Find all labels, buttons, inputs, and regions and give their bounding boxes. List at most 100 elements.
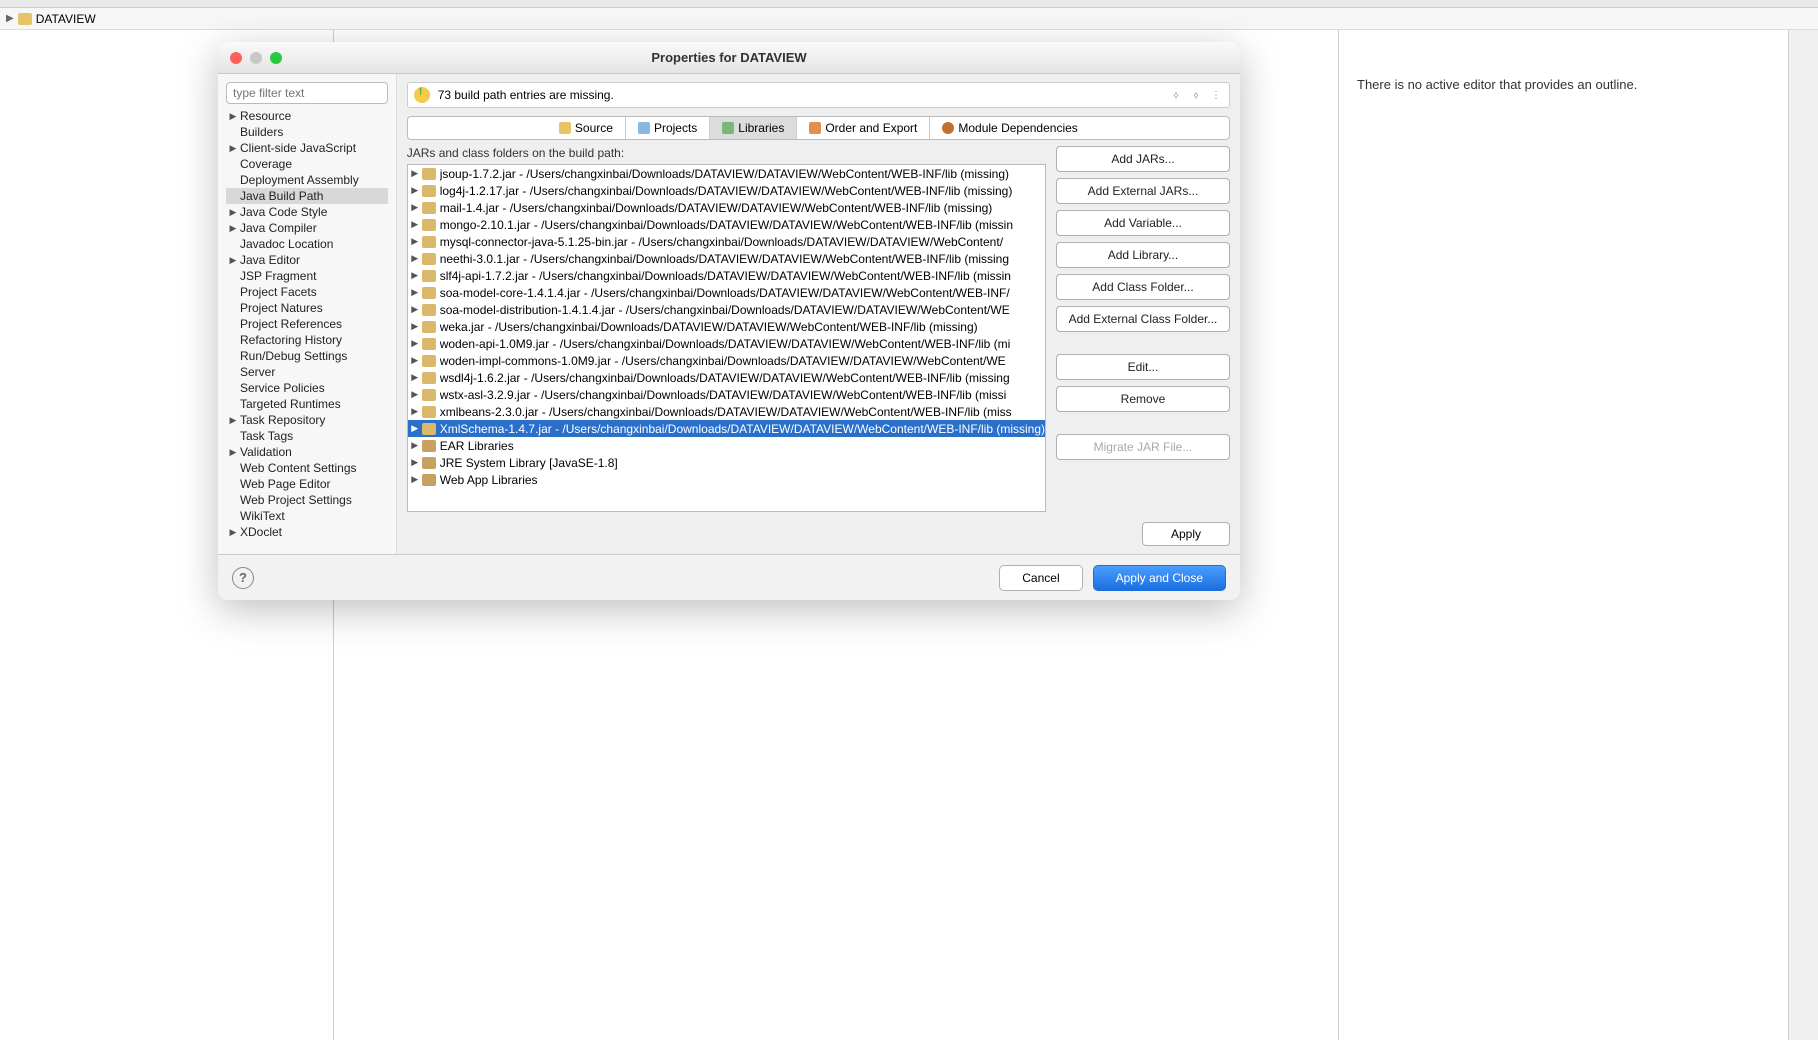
sidebar-item-resource[interactable]: ▶Resource xyxy=(226,108,388,124)
jar-row[interactable]: ▶JRE System Library [JavaSE-1.8] xyxy=(408,454,1045,471)
jar-row[interactable]: ▶mysql-connector-java-5.1.25-bin.jar - /… xyxy=(408,233,1045,250)
sidebar-item-targeted-runtimes[interactable]: ▶Targeted Runtimes xyxy=(226,396,388,412)
jar-icon xyxy=(422,270,436,282)
add-library-button[interactable]: Add Library... xyxy=(1056,242,1230,268)
sidebar-item-project-facets[interactable]: ▶Project Facets xyxy=(226,284,388,300)
sidebar-item-run-debug-settings[interactable]: ▶Run/Debug Settings xyxy=(226,348,388,364)
nav-back-icon[interactable]: ⬨ xyxy=(1169,88,1183,102)
tab-order-and-export[interactable]: Order and Export xyxy=(797,117,930,139)
jar-label: XmlSchema-1.4.7.jar - /Users/changxinbai… xyxy=(440,422,1045,436)
proj-icon xyxy=(638,122,650,134)
add-external-jars-button[interactable]: Add External JARs... xyxy=(1056,178,1230,204)
sidebar-item-server[interactable]: ▶Server xyxy=(226,364,388,380)
jar-icon xyxy=(422,406,436,418)
chevron-right-icon: ▶ xyxy=(228,143,238,154)
nav-forward-icon[interactable]: ⬨ xyxy=(1189,88,1203,102)
apply-and-close-button[interactable]: Apply and Close xyxy=(1093,565,1226,591)
sidebar-item-project-natures[interactable]: ▶Project Natures xyxy=(226,300,388,316)
sidebar-item-project-references[interactable]: ▶Project References xyxy=(226,316,388,332)
jar-row[interactable]: ▶log4j-1.2.17.jar - /Users/changxinbai/D… xyxy=(408,182,1045,199)
sidebar-item-builders[interactable]: ▶Builders xyxy=(226,124,388,140)
tab-source[interactable]: Source xyxy=(547,117,626,139)
sidebar-item-xdoclet[interactable]: ▶XDoclet xyxy=(226,524,388,540)
tab-libraries[interactable]: Libraries xyxy=(710,117,797,139)
jar-row[interactable]: ▶xmlbeans-2.3.0.jar - /Users/changxinbai… xyxy=(408,403,1045,420)
jar-row[interactable]: ▶wsdl4j-1.6.2.jar - /Users/changxinbai/D… xyxy=(408,369,1045,386)
jar-label: wstx-asl-3.2.9.jar - /Users/changxinbai/… xyxy=(440,388,1007,402)
sidebar-item-wikitext[interactable]: ▶WikiText xyxy=(226,508,388,524)
sidebar-item-web-page-editor[interactable]: ▶Web Page Editor xyxy=(226,476,388,492)
sidebar-item-validation[interactable]: ▶Validation xyxy=(226,444,388,460)
sidebar-item-task-tags[interactable]: ▶Task Tags xyxy=(226,428,388,444)
add-variable-button[interactable]: Add Variable... xyxy=(1056,210,1230,236)
help-icon[interactable]: ? xyxy=(232,567,254,589)
dialog-titlebar[interactable]: Properties for DATAVIEW xyxy=(218,42,1240,74)
jar-label: slf4j-api-1.7.2.jar - /Users/changxinbai… xyxy=(440,269,1011,283)
jar-row[interactable]: ▶EAR Libraries xyxy=(408,437,1045,454)
apply-button[interactable]: Apply xyxy=(1142,522,1230,546)
sidebar-item-coverage[interactable]: ▶Coverage xyxy=(226,156,388,172)
jar-label: wsdl4j-1.6.2.jar - /Users/changxinbai/Do… xyxy=(440,371,1010,385)
edit-button[interactable]: Edit... xyxy=(1056,354,1230,380)
sidebar-item-label: Refactoring History xyxy=(238,333,342,347)
chevron-right-icon: ▶ xyxy=(408,168,422,179)
jar-row[interactable]: ▶mail-1.4.jar - /Users/changxinbai/Downl… xyxy=(408,199,1045,216)
remove-button[interactable]: Remove xyxy=(1056,386,1230,412)
jar-row[interactable]: ▶weka.jar - /Users/changxinbai/Downloads… xyxy=(408,318,1045,335)
sidebar-item-java-compiler[interactable]: ▶Java Compiler xyxy=(226,220,388,236)
chevron-right-icon: ▶ xyxy=(6,13,14,24)
sidebar-item-label: Javadoc Location xyxy=(238,237,333,251)
jar-row[interactable]: ▶wstx-asl-3.2.9.jar - /Users/changxinbai… xyxy=(408,386,1045,403)
sidebar-item-deployment-assembly[interactable]: ▶Deployment Assembly xyxy=(226,172,388,188)
sidebar-item-web-content-settings[interactable]: ▶Web Content Settings xyxy=(226,460,388,476)
sidebar-item-java-build-path[interactable]: ▶Java Build Path xyxy=(226,188,388,204)
jar-label: woden-api-1.0M9.jar - /Users/changxinbai… xyxy=(440,337,1011,351)
chevron-right-icon: ▶ xyxy=(408,321,422,332)
sidebar-item-java-editor[interactable]: ▶Java Editor xyxy=(226,252,388,268)
jar-icon xyxy=(422,372,436,384)
sidebar-item-web-project-settings[interactable]: ▶Web Project Settings xyxy=(226,492,388,508)
jar-row[interactable]: ▶ soa-model-distribution-1.4.1.4.jar - /U… xyxy=(408,301,1045,318)
migrate-jar-button: Migrate JAR File... xyxy=(1056,434,1230,460)
sidebar-item-jsp-fragment[interactable]: ▶JSP Fragment xyxy=(226,268,388,284)
sidebar-item-task-repository[interactable]: ▶Task Repository xyxy=(226,412,388,428)
jar-row[interactable]: ▶soa-model-core-1.4.1.4.jar - /Users/cha… xyxy=(408,284,1045,301)
nav-menu-icon[interactable]: ⋮ xyxy=(1209,88,1223,102)
dialog-body: ▶Resource▶Builders▶Client-side JavaScrip… xyxy=(218,74,1240,554)
properties-sidebar: ▶Resource▶Builders▶Client-side JavaScrip… xyxy=(218,74,397,554)
tab-module-dependencies[interactable]: Module Dependencies xyxy=(930,117,1089,139)
jar-row[interactable]: ▶neethi-3.0.1.jar - /Users/changxinbai/D… xyxy=(408,250,1045,267)
sidebar-item-java-code-style[interactable]: ▶Java Code Style xyxy=(226,204,388,220)
add-external-class-folder-button[interactable]: Add External Class Folder... xyxy=(1056,306,1230,332)
jar-row[interactable]: ▶woden-api-1.0M9.jar - /Users/changxinba… xyxy=(408,335,1045,352)
jar-icon xyxy=(422,168,436,180)
jar-row[interactable]: ▶XmlSchema-1.4.7.jar - /Users/changxinba… xyxy=(408,420,1045,437)
jar-label: soa-model-distribution-1.4.1.4.jar - /Us… xyxy=(440,303,1010,317)
dialog-title: Properties for DATAVIEW xyxy=(218,50,1240,65)
jar-label: log4j-1.2.17.jar - /Users/changxinbai/Do… xyxy=(440,184,1013,198)
sidebar-item-client-side-javascript[interactable]: ▶Client-side JavaScript xyxy=(226,140,388,156)
jar-row[interactable]: ▶slf4j-api-1.7.2.jar - /Users/changxinba… xyxy=(408,267,1045,284)
add-jars-button[interactable]: Add JARs... xyxy=(1056,146,1230,172)
jar-label: EAR Libraries xyxy=(440,439,514,453)
jar-list[interactable]: ▶jsoup-1.7.2.jar - /Users/changxinbai/Do… xyxy=(407,164,1046,512)
jar-row[interactable]: ▶mongo-2.10.1.jar - /Users/changxinbai/D… xyxy=(408,216,1045,233)
sidebar-item-refactoring-history[interactable]: ▶Refactoring History xyxy=(226,332,388,348)
jar-row[interactable]: ▶jsoup-1.7.2.jar - /Users/changxinbai/Do… xyxy=(408,165,1045,182)
sidebar-item-service-policies[interactable]: ▶Service Policies xyxy=(226,380,388,396)
project-explorer-row[interactable]: ▶ DATAVIEW xyxy=(0,8,1818,30)
sidebar-item-javadoc-location[interactable]: ▶Javadoc Location xyxy=(226,236,388,252)
alert-nav: ⬨ ⬨ ⋮ xyxy=(1169,88,1223,102)
filter-input[interactable] xyxy=(226,82,388,104)
chevron-right-icon: ▶ xyxy=(408,355,422,366)
jar-row[interactable]: ▶woden-impl-commons-1.0M9.jar - /Users/c… xyxy=(408,352,1045,369)
add-class-folder-button[interactable]: Add Class Folder... xyxy=(1056,274,1230,300)
lib-icon xyxy=(722,122,734,134)
jar-icon xyxy=(422,338,436,350)
jar-icon xyxy=(422,389,436,401)
jar-row[interactable]: ▶Web App Libraries xyxy=(408,471,1045,488)
sidebar-item-label: Web Content Settings xyxy=(238,461,357,475)
cancel-button[interactable]: Cancel xyxy=(999,565,1082,591)
chevron-right-icon: ▶ xyxy=(408,304,422,315)
tab-projects[interactable]: Projects xyxy=(626,117,710,139)
